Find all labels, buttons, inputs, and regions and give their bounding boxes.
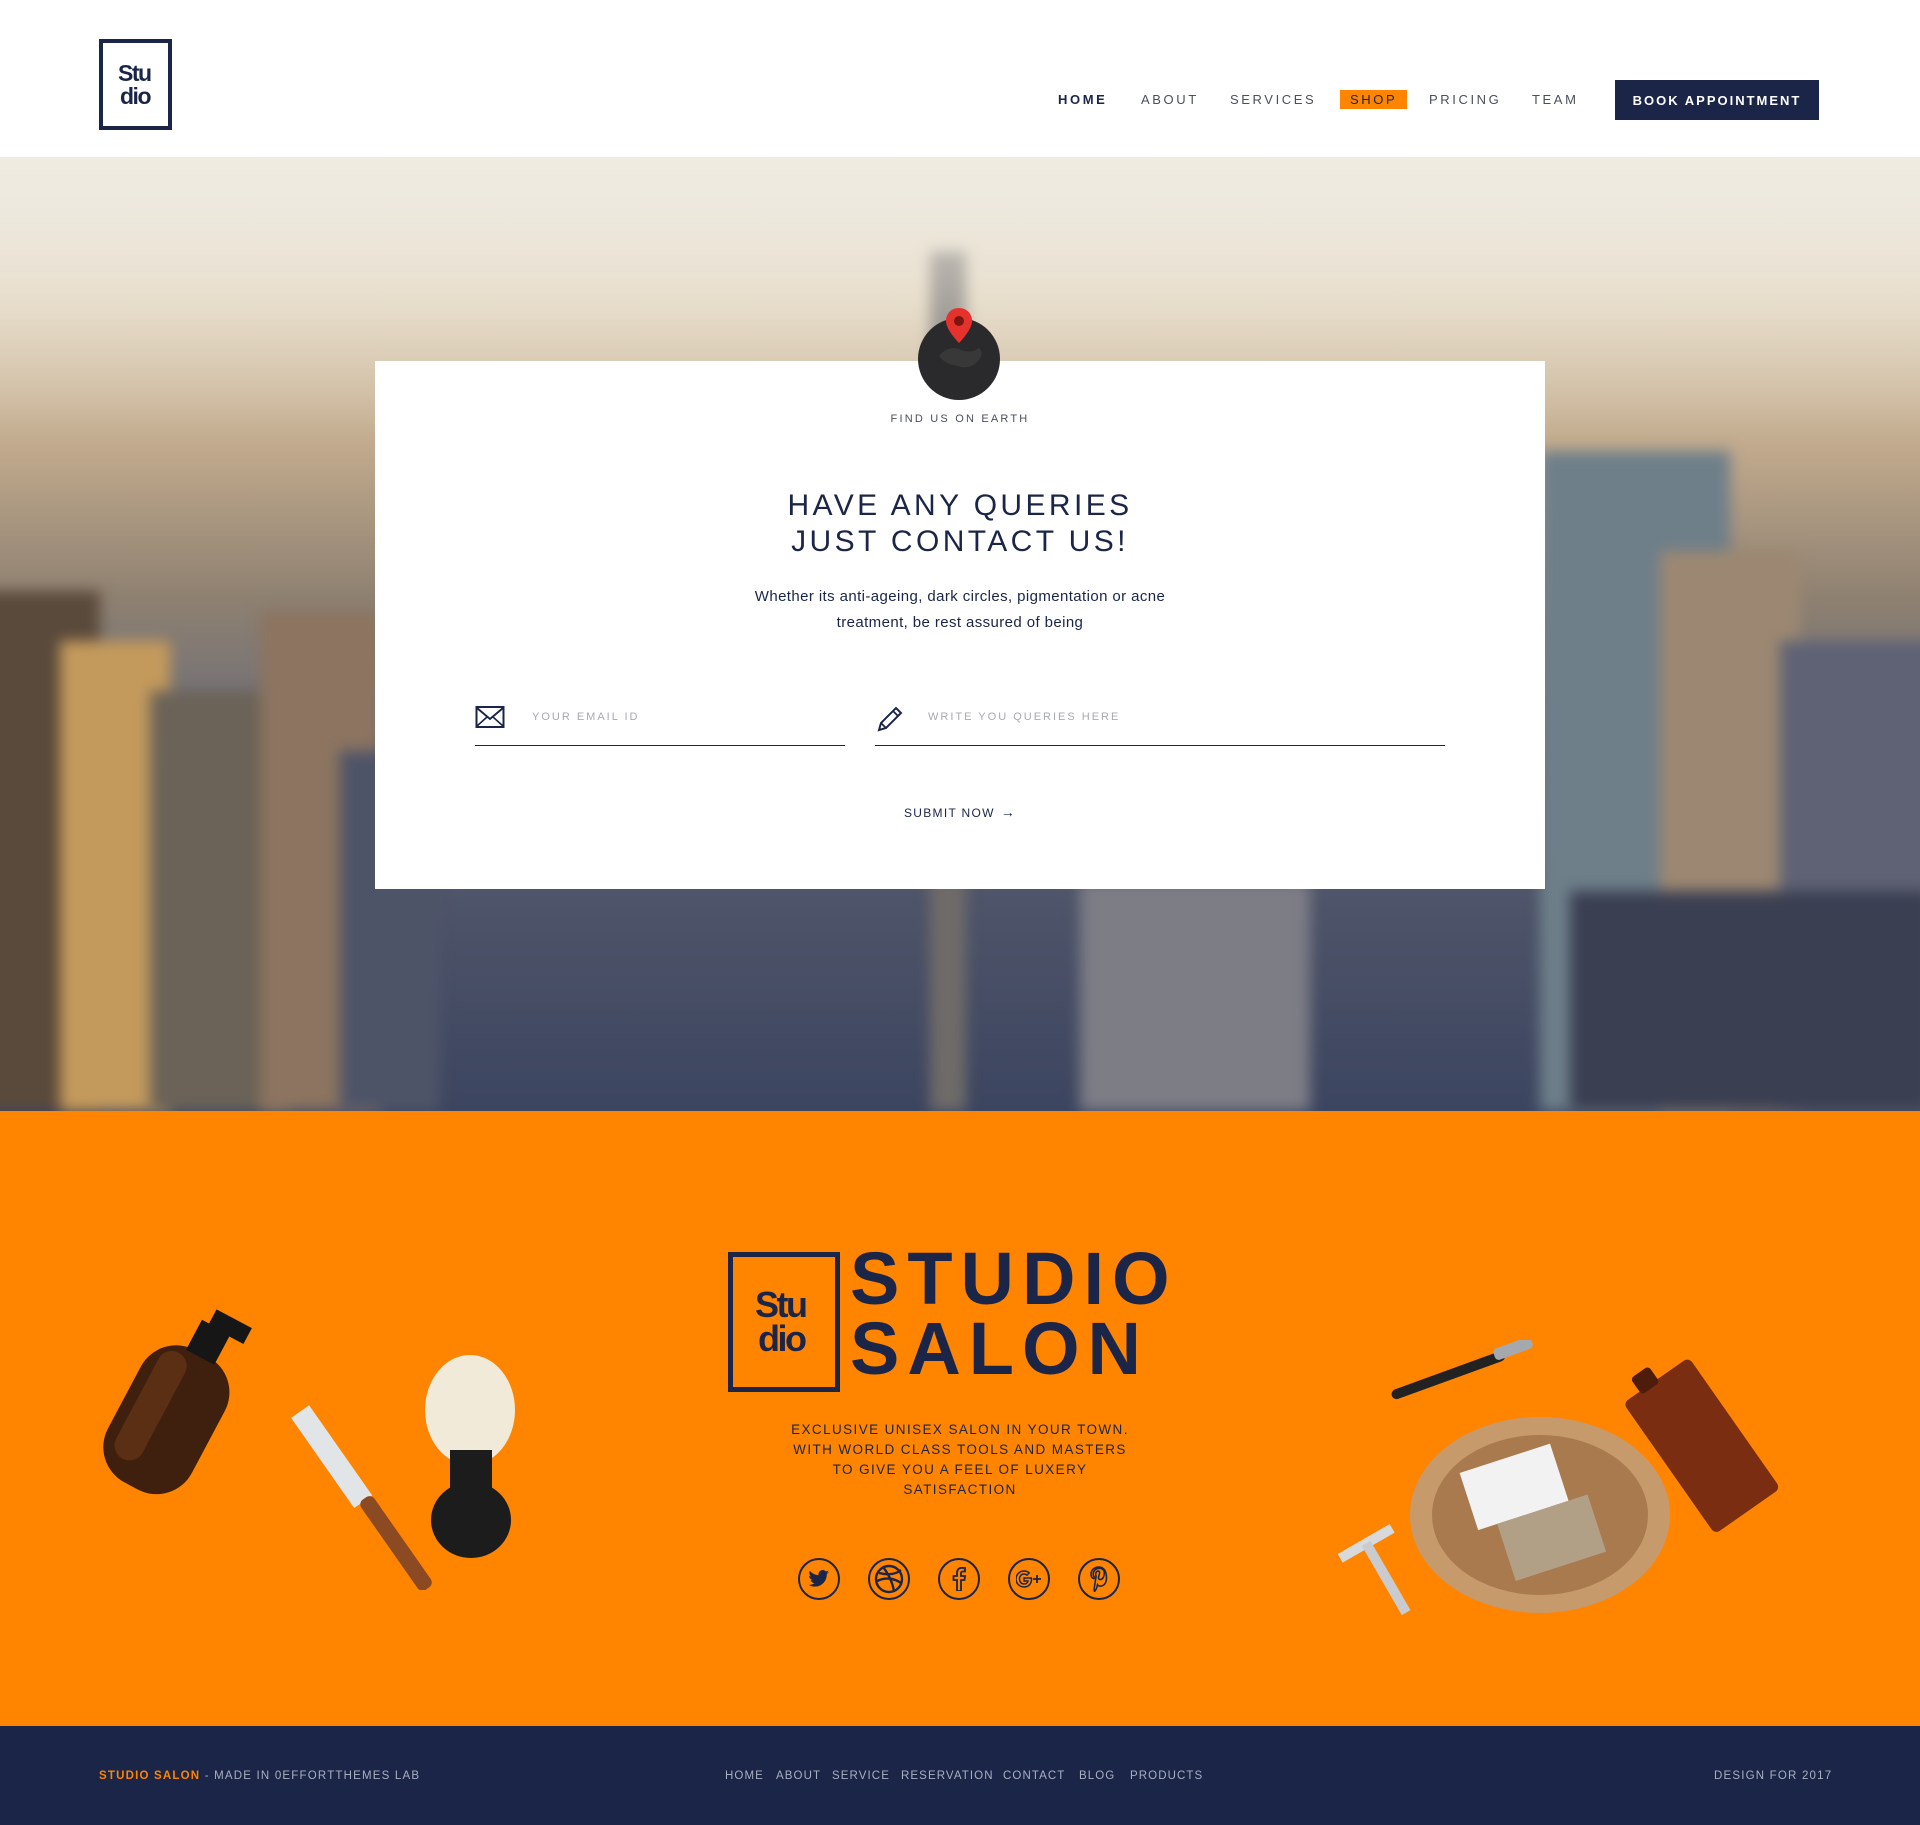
query-placeholder: WRITE YOU QUERIES HERE: [928, 711, 1121, 723]
brand-name-line1: STUDIO: [850, 1237, 1178, 1320]
envelope-icon: [475, 706, 505, 728]
nav-pricing[interactable]: PRICING: [1429, 92, 1501, 107]
submit-button[interactable]: SUBMIT NOW →: [880, 804, 1040, 820]
email-placeholder: YOUR EMAIL ID: [532, 711, 640, 723]
footer-made-in: - MADE IN 0EFFORTTHEMES LAB: [200, 1770, 421, 1782]
headline-line1: HAVE ANY QUERIES: [787, 489, 1133, 522]
find-us-label: FIND US ON EARTH: [890, 413, 1030, 425]
arrow-right-icon: →: [1000, 804, 1017, 820]
logo-line2: dio: [120, 82, 152, 109]
brand-tagline: EXCLUSIVE UNISEX SALON IN YOUR TOWN. WIT…: [760, 1420, 1160, 1500]
grooming-products-right-image: [1337, 1340, 1779, 1616]
grooming-products-left-image: [103, 1309, 515, 1590]
pencil-icon: [877, 706, 903, 732]
footer-nav-contact[interactable]: CONTACT: [1003, 1770, 1065, 1782]
logo-line1: Stu: [118, 59, 152, 86]
footer-nav-reservation[interactable]: RESERVATION: [901, 1770, 994, 1782]
footer-brand[interactable]: STUDIO SALON: [99, 1770, 200, 1782]
brand-logo-line1: Stu: [755, 1284, 808, 1325]
description-line2: treatment, be rest assured of being: [836, 614, 1084, 631]
footer-nav-home[interactable]: HOME: [725, 1770, 764, 1782]
footer-nav-products[interactable]: PRODUCTS: [1130, 1770, 1203, 1782]
building: [1080, 881, 1310, 1111]
logo[interactable]: Stu dio: [99, 39, 172, 130]
footer-nav-blog[interactable]: BLOG: [1079, 1770, 1115, 1782]
book-appointment-button[interactable]: BOOK APPOINTMENT: [1615, 80, 1819, 120]
tagline-line3: TO GIVE YOU A FEEL OF LUXERY: [832, 1462, 1088, 1477]
dribbble-icon[interactable]: [868, 1558, 910, 1600]
footer-design-year: DESIGN FOR 2017: [1714, 1770, 1833, 1782]
contact-headline: HAVE ANY QUERIES JUST CONTACT US!: [660, 488, 1260, 560]
twitter-icon[interactable]: [798, 1558, 840, 1600]
tagline-line4: SATISFACTION: [903, 1482, 1017, 1497]
tagline-line2: WITH WORLD CLASS TOOLS AND MASTERS: [793, 1442, 1127, 1457]
brand-logo: Stu dio: [728, 1252, 840, 1392]
brand-name-line2: SALON: [850, 1307, 1149, 1390]
footer-nav-about[interactable]: ABOUT: [776, 1770, 821, 1782]
nav-about[interactable]: ABOUT: [1141, 92, 1199, 107]
nav-home[interactable]: HOME: [1058, 92, 1107, 107]
brand-name: STUDIO SALON: [850, 1237, 1178, 1390]
facebook-icon[interactable]: [938, 1558, 980, 1600]
query-field[interactable]: WRITE YOU QUERIES HERE: [875, 700, 1445, 746]
email-field[interactable]: YOUR EMAIL ID: [475, 700, 845, 746]
nav-services[interactable]: SERVICES: [1230, 92, 1316, 107]
pinterest-icon[interactable]: [1078, 1558, 1120, 1600]
map-pin-globe-icon: [918, 308, 1000, 400]
building: [1570, 891, 1920, 1111]
submit-label: SUBMIT NOW: [903, 806, 995, 820]
footer-credit: STUDIO SALON - MADE IN 0EFFORTTHEMES LAB: [99, 1770, 420, 1782]
footer-nav-service[interactable]: SERVICE: [832, 1770, 890, 1782]
brand-logo-line2: dio: [758, 1318, 807, 1359]
google-plus-icon[interactable]: [1008, 1558, 1050, 1600]
headline-line2: JUST CONTACT US!: [791, 525, 1129, 558]
social-links: [798, 1558, 1120, 1600]
site-header: Stu dio: [0, 0, 1920, 157]
tagline-line1: EXCLUSIVE UNISEX SALON IN YOUR TOWN.: [791, 1422, 1129, 1437]
contact-description: Whether its anti-ageing, dark circles, p…: [710, 584, 1210, 636]
nav-shop[interactable]: SHOP: [1340, 90, 1408, 109]
nav-team[interactable]: TEAM: [1532, 92, 1579, 107]
description-line1: Whether its anti-ageing, dark circles, p…: [754, 588, 1166, 605]
